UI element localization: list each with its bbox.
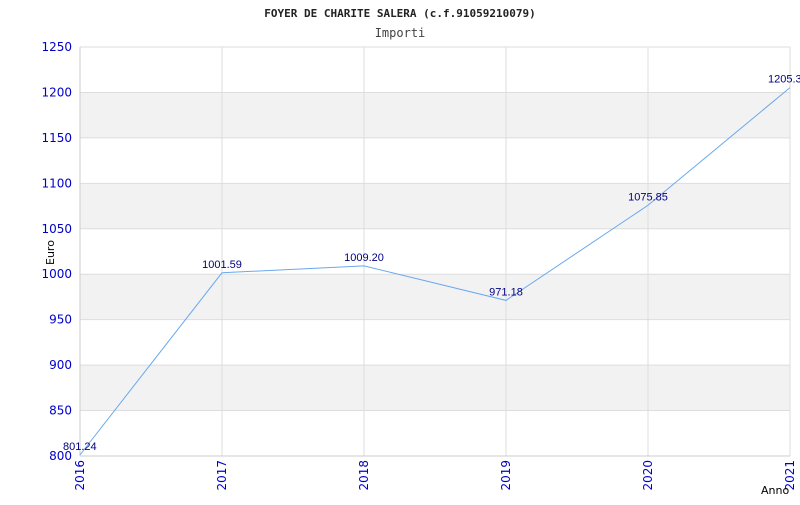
y-tick-label: 850 bbox=[49, 404, 72, 418]
y-tick-label: 1250 bbox=[41, 40, 72, 54]
data-label: 1075.85 bbox=[628, 191, 668, 203]
x-tick-label: 2017 bbox=[215, 460, 229, 491]
x-tick-labels: 2016 2017 2018 2019 2020 2021 bbox=[73, 460, 797, 491]
plot-band bbox=[80, 183, 790, 229]
x-tick-label: 2020 bbox=[641, 460, 655, 491]
y-tick-label: 950 bbox=[49, 313, 72, 327]
y-tick-label: 1150 bbox=[41, 131, 72, 145]
data-label: 1009.20 bbox=[344, 252, 384, 264]
chart-subtitle: Importi bbox=[375, 26, 426, 40]
plot-band bbox=[80, 92, 790, 138]
plot-band bbox=[80, 274, 790, 320]
data-label: 1205.3 bbox=[768, 74, 800, 86]
plot-bands bbox=[80, 92, 790, 411]
line-chart: FOYER DE CHARITE SALERA (c.f.91059210079… bbox=[41, 7, 800, 497]
x-tick-label: 2018 bbox=[357, 460, 371, 491]
chart-title: FOYER DE CHARITE SALERA (c.f.91059210079… bbox=[264, 7, 536, 20]
y-tick-label: 1200 bbox=[41, 85, 72, 99]
y-tick-label: 900 bbox=[49, 358, 72, 372]
y-tick-label: 1050 bbox=[41, 222, 72, 236]
y-tick-label: 1100 bbox=[41, 176, 72, 190]
y-axis-label: Euro bbox=[44, 240, 57, 265]
data-label: 971.18 bbox=[489, 286, 523, 298]
x-axis-label: Anno bbox=[761, 484, 789, 497]
data-label: 801.24 bbox=[63, 441, 97, 453]
y-tick-label: 1000 bbox=[41, 267, 72, 281]
plot-band bbox=[80, 365, 790, 411]
chart-container: FOYER DE CHARITE SALERA (c.f.91059210079… bbox=[0, 0, 800, 500]
x-tick-label: 2019 bbox=[499, 460, 513, 491]
x-tick-label: 2016 bbox=[73, 460, 87, 491]
data-label: 1001.59 bbox=[202, 259, 242, 271]
